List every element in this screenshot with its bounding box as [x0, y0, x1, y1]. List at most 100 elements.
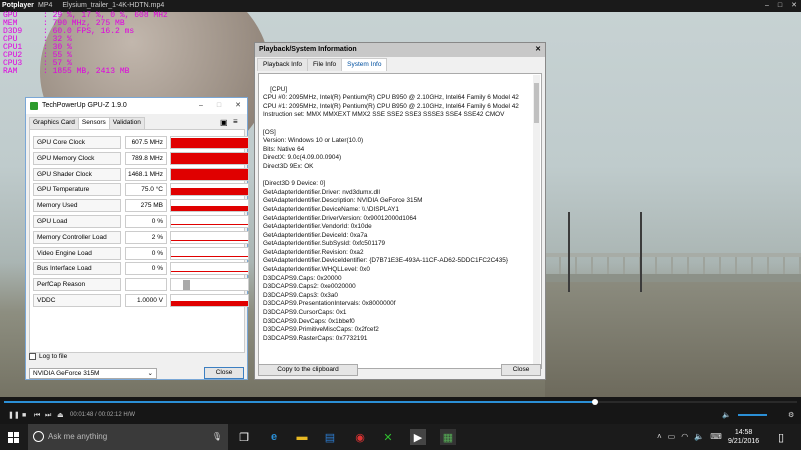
sensor-row: PerfCap Reason — [33, 278, 249, 292]
menu-icon[interactable]: ≡ — [233, 117, 238, 126]
copy-to-clipboard-button[interactable]: Copy to the clipboard — [258, 364, 358, 376]
stop-icon[interactable]: ■ — [22, 407, 26, 424]
sensor-value: 0 % — [125, 215, 167, 228]
sensor-label[interactable]: GPU Core Clock — [33, 136, 121, 149]
camera-icon[interactable]: ▣ — [220, 118, 228, 127]
store-icon[interactable]: ▤ — [322, 429, 338, 445]
sensor-graph-line — [171, 239, 248, 241]
system-info-text[interactable]: [CPU] CPU #0: 2095MHz, Intel(R) Pentium(… — [258, 73, 542, 369]
pbinfo-tabs: Playback Info File Info System Info — [257, 58, 388, 71]
volume-slider[interactable] — [738, 414, 767, 416]
sensor-label[interactable]: GPU Load — [33, 215, 121, 228]
sensor-label[interactable]: Memory Controller Load — [33, 230, 121, 244]
gpuz-task-icon[interactable]: ▦ — [440, 429, 456, 445]
sensor-graph-fill — [171, 206, 248, 212]
osd-row: CPU1: 30 % — [3, 44, 168, 52]
sensor-label[interactable]: GPU Temperature — [33, 183, 121, 197]
system-tray: ˄ ▭ ◠ 🔈 ⌨ — [657, 432, 722, 441]
sensor-label[interactable]: VDDC — [33, 294, 121, 307]
sensor-row: Bus Interface Load 0 % — [33, 262, 249, 276]
sensor-label[interactable]: Memory Used — [33, 199, 121, 213]
settings-icon[interactable]: ⚙ — [788, 407, 794, 424]
tab-system-info[interactable]: System Info — [341, 58, 388, 71]
eject-icon[interactable]: ⏏ — [57, 407, 64, 424]
minimize-button[interactable]: – — [765, 0, 769, 12]
potplayer-task-icon[interactable]: ▶ — [410, 429, 426, 445]
gpuz-titlebar[interactable]: TechPowerUp GPU-Z 1.9.0 – □ ✕ — [26, 98, 247, 114]
sensor-graph — [170, 278, 249, 292]
sensor-row: GPU Shader Clock 1468.1 MHz — [33, 167, 249, 181]
sensor-label[interactable]: GPU Shader Clock — [33, 167, 121, 181]
seek-thumb[interactable] — [591, 399, 598, 405]
chrome-icon[interactable]: ◉ — [352, 429, 368, 445]
sensor-label[interactable]: GPU Memory Clock — [33, 151, 121, 165]
microphone-icon[interactable]: 🎙 — [212, 424, 222, 450]
task-view-icon[interactable]: ❐ — [236, 429, 252, 445]
sensor-graph-fill — [171, 169, 248, 180]
clock[interactable]: 14:58 9/21/2016 — [728, 428, 759, 446]
sensor-graph — [170, 294, 249, 307]
sensor-graph — [170, 230, 249, 244]
tab-playback-info[interactable]: Playback Info — [257, 58, 309, 71]
sensor-value: 789.8 MHz — [125, 151, 167, 165]
show-hidden-icons-icon[interactable]: ˄ — [657, 432, 662, 441]
close-icon[interactable]: ✕ — [235, 98, 241, 114]
play-pause-icon[interactable]: ❚❚ — [8, 407, 20, 424]
prev-icon[interactable]: ⏮ — [34, 407, 40, 424]
log-to-file-checkbox[interactable]: Log to file — [29, 353, 67, 360]
battery-icon[interactable]: ▭ — [668, 432, 676, 441]
gpuz-tabs: Graphics Card Sensors Validation — [29, 117, 145, 129]
volume-icon[interactable]: 🔈 — [694, 432, 704, 441]
tab-validation[interactable]: Validation — [108, 117, 145, 129]
cortana-search-box[interactable]: Ask me anything 🎙 — [28, 424, 228, 450]
sensor-row: GPU Temperature 75.0 °C — [33, 183, 249, 197]
xbox-icon[interactable]: ✕ — [380, 429, 396, 445]
sensor-graph — [170, 151, 249, 165]
sensor-value: 1.0000 V — [125, 294, 167, 307]
tab-sensors[interactable]: Sensors — [77, 117, 110, 129]
gpu-select[interactable]: NVIDIA GeForce 315M ⌄ — [29, 368, 157, 379]
chevron-down-icon: ⌄ — [147, 370, 153, 377]
tab-file-info[interactable]: File Info — [307, 58, 343, 71]
speaker-icon[interactable]: 🔈 — [722, 407, 731, 424]
sensor-graph-fill — [171, 137, 248, 148]
sensor-row: Memory Used 275 MB — [33, 199, 249, 213]
close-icon[interactable]: ✕ — [535, 43, 541, 57]
osd-row: RAM: 1855 MB, 2413 MB — [3, 68, 168, 76]
tab-graphics-card[interactable]: Graphics Card — [29, 117, 79, 129]
sensor-label[interactable]: Video Engine Load — [33, 246, 121, 260]
sensor-value: 275 MB — [125, 199, 167, 213]
sensor-graph — [170, 246, 249, 260]
file-explorer-icon[interactable]: ▬ — [294, 429, 310, 445]
pbinfo-close-button[interactable]: Close — [501, 364, 541, 376]
next-icon[interactable]: ⏭ — [45, 407, 51, 424]
maximize-icon[interactable]: □ — [217, 98, 221, 114]
file-name: Elysium_trailer_1-4K-HDTN.mp4 — [62, 2, 165, 9]
keyboard-icon[interactable]: ⌨ — [710, 432, 722, 441]
seek-bar[interactable] — [0, 397, 801, 407]
sensor-row: Video Engine Load 0 % — [33, 246, 249, 260]
sensor-graph-block — [183, 280, 190, 291]
sensor-graph — [170, 215, 249, 228]
pbinfo-title: Playback/System Information — [259, 46, 357, 53]
maximize-button[interactable]: □ — [778, 0, 782, 12]
pbinfo-titlebar[interactable]: Playback/System Information ✕ — [255, 43, 545, 57]
gpuz-close-button[interactable]: Close — [204, 367, 244, 379]
player-window-buttons: – □ ✕ — [765, 0, 797, 12]
notifications-icon[interactable]: ▯ — [773, 429, 789, 445]
sensor-value: 2 % — [125, 230, 167, 244]
scrollbar[interactable] — [533, 75, 540, 367]
minimize-icon[interactable]: – — [199, 98, 203, 114]
sensor-value — [125, 278, 167, 292]
close-button[interactable]: ✕ — [791, 0, 797, 12]
scrollbar-thumb[interactable] — [534, 83, 539, 123]
sensor-graph — [170, 167, 249, 181]
edge-icon[interactable]: e — [266, 429, 282, 445]
sensors-panel: GPU Core Clock 607.5 MHz GPU Memory Clock 7… — [29, 129, 249, 353]
sensor-label[interactable]: Bus Interface Load — [33, 262, 121, 276]
windows-start-icon[interactable] — [8, 432, 19, 443]
sensor-value: 1468.1 MHz — [125, 167, 167, 181]
sensor-label[interactable]: PerfCap Reason — [33, 278, 121, 292]
sensor-graph-line — [171, 271, 248, 273]
wifi-icon[interactable]: ◠ — [681, 432, 688, 441]
